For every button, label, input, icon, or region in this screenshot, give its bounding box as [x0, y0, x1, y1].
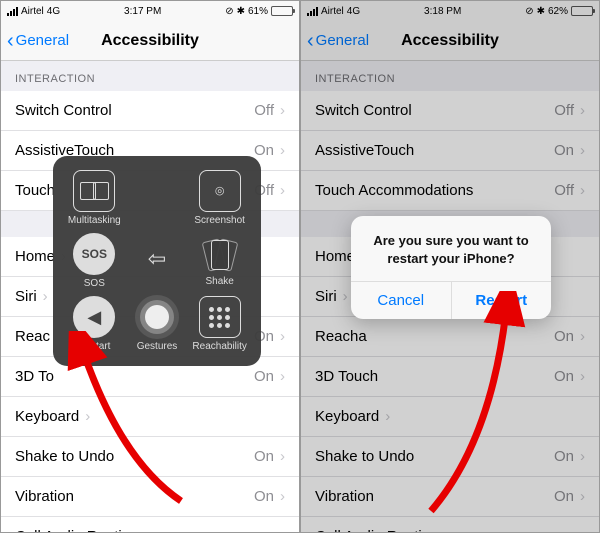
left-screenshot: Airtel 4G 3:17 PM ⊘ ✱ 61% ‹ General Acce…	[0, 0, 300, 533]
chevron-right-icon: ›	[580, 448, 585, 465]
sos-icon: SOS	[73, 233, 115, 275]
row-reachability[interactable]: ReachaOn›	[301, 317, 599, 357]
alarm-icon: ⊘	[225, 6, 233, 17]
status-bar: Airtel 4G 3:17 PM ⊘ ✱ 61%	[1, 1, 299, 21]
row-switch-control[interactable]: Switch ControlOff›	[301, 91, 599, 131]
page-title: Accessibility	[401, 32, 499, 50]
network-label: 4G	[347, 6, 360, 17]
restart-icon: ◀	[73, 296, 115, 338]
chevron-right-icon: ›	[385, 408, 390, 425]
section-header: INTERACTION	[1, 61, 299, 91]
battery-icon	[271, 6, 293, 16]
row-assistivetouch[interactable]: AssistiveTouchOn›	[301, 131, 599, 171]
confirm-alert: Are you sure you want to restart your iP…	[351, 216, 551, 319]
cancel-button[interactable]: Cancel	[351, 282, 451, 319]
chevron-right-icon: ›	[580, 142, 585, 159]
back-button[interactable]: ‹ General	[307, 32, 369, 49]
chevron-right-icon: ›	[280, 102, 285, 119]
back-button[interactable]: ‹ General	[7, 32, 69, 49]
chevron-right-icon: ›	[580, 102, 585, 119]
at-back[interactable]: ⇦	[126, 229, 189, 292]
at-shake[interactable]: Shake	[188, 229, 251, 292]
chevron-right-icon: ›	[580, 488, 585, 505]
chevron-right-icon: ›	[43, 288, 48, 305]
nav-bar: ‹ General Accessibility	[301, 21, 599, 61]
clock: 3:18 PM	[424, 6, 461, 17]
settings-list: Switch ControlOff› AssistiveTouchOn› Tou…	[301, 91, 599, 211]
at-restart[interactable]: ◀ Restart	[63, 293, 126, 356]
battery-pct: 61%	[248, 6, 268, 17]
clock: 3:17 PM	[124, 6, 161, 17]
battery-pct: 62%	[548, 6, 568, 17]
row-switch-control[interactable]: Switch ControlOff›	[1, 91, 299, 131]
right-screenshot: Airtel 4G 3:18 PM ⊘ ✱ 62% ‹ General Acce…	[300, 0, 600, 533]
chevron-right-icon: ›	[280, 142, 285, 159]
screenshot-icon: ◎	[199, 170, 241, 212]
page-title: Accessibility	[101, 32, 199, 50]
back-label: General	[316, 32, 369, 49]
row-touch-accommodations[interactable]: Touch AccommodationsOff›	[301, 171, 599, 211]
status-bar: Airtel 4G 3:18 PM ⊘ ✱ 62%	[301, 1, 599, 21]
row-keyboard[interactable]: Keyboard›	[301, 397, 599, 437]
chevron-right-icon: ›	[444, 528, 449, 533]
row-3d-touch[interactable]: 3D TouchOn›	[301, 357, 599, 397]
at-sos[interactable]: SOS SOS	[63, 229, 126, 292]
alarm-icon: ⊘	[525, 6, 533, 17]
assistivetouch-panel: Multitasking ◎ Screenshot SOS SOS ⇦ Shak…	[53, 156, 261, 366]
at-multitasking[interactable]: Multitasking	[63, 166, 126, 229]
bluetooth-icon: ✱	[237, 6, 245, 17]
chevron-right-icon: ›	[85, 408, 90, 425]
carrier-label: Airtel	[21, 6, 44, 17]
chevron-right-icon: ›	[280, 448, 285, 465]
chevron-right-icon: ›	[580, 182, 585, 199]
back-arrow-icon: ⇦	[136, 238, 178, 280]
chevron-right-icon: ›	[280, 182, 285, 199]
gestures-icon	[136, 296, 178, 338]
chevron-right-icon: ›	[280, 368, 285, 385]
back-label: General	[16, 32, 69, 49]
row-vibration[interactable]: VibrationOn›	[301, 477, 599, 517]
at-gestures[interactable]: Gestures	[126, 293, 189, 356]
network-label: 4G	[47, 6, 60, 17]
signal-icon	[7, 7, 18, 16]
section-header: INTERACTION	[301, 61, 599, 91]
signal-icon	[307, 7, 318, 16]
reachability-icon	[199, 296, 241, 338]
at-screenshot[interactable]: ◎ Screenshot	[188, 166, 251, 229]
chevron-right-icon: ›	[280, 488, 285, 505]
row-shake-to-undo[interactable]: Shake to UndoOn›	[301, 437, 599, 477]
at-reachability[interactable]: Reachability	[188, 293, 251, 356]
nav-bar: ‹ General Accessibility	[1, 21, 299, 61]
chevron-right-icon: ›	[280, 328, 285, 345]
chevron-right-icon: ›	[580, 368, 585, 385]
row-shake-to-undo[interactable]: Shake to UndoOn›	[1, 437, 299, 477]
row-call-audio-routing[interactable]: Call Audio Routing›	[1, 517, 299, 533]
chevron-right-icon: ›	[144, 528, 149, 533]
shake-icon	[199, 234, 241, 276]
carrier-label: Airtel	[321, 6, 344, 17]
chevron-right-icon: ›	[343, 288, 348, 305]
multitasking-icon	[73, 170, 115, 212]
battery-icon	[571, 6, 593, 16]
restart-button[interactable]: Restart	[451, 282, 552, 319]
row-vibration[interactable]: VibrationOn›	[1, 477, 299, 517]
chevron-right-icon: ›	[580, 328, 585, 345]
bluetooth-icon: ✱	[537, 6, 545, 17]
row-keyboard[interactable]: Keyboard›	[1, 397, 299, 437]
row-call-audio-routing[interactable]: Call Audio Routing›	[301, 517, 599, 533]
alert-message: Are you sure you want to restart your iP…	[351, 216, 551, 281]
